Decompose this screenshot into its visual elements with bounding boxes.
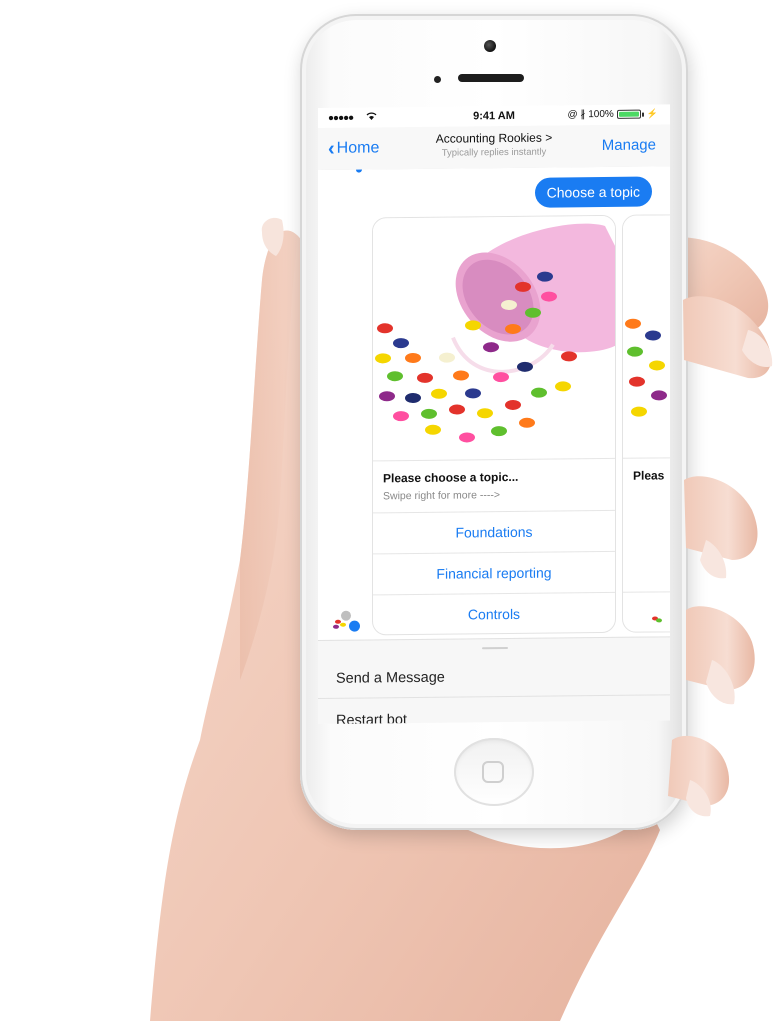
carousel-card-next[interactable]: Pleas [622,212,670,633]
topic-button-foundations[interactable]: Foundations [373,509,615,554]
restart-bot-item[interactable]: Restart bot [318,697,670,724]
home-square-icon [482,761,504,783]
battery-icon [616,109,641,119]
home-button[interactable] [454,738,534,806]
user-message-bubble: Choose a topic [534,176,652,208]
card-title: Please choose a topic... [383,469,519,486]
drag-handle[interactable] [482,647,508,650]
charging-icon: ⚡ [646,108,658,119]
phone-screen: ●●●●● 9:41 AM @ ∦ 100% ⚡ ‹ Home Accountin… [318,104,670,725]
topic-button-controls[interactable]: Controls [373,591,615,636]
camera-icon [484,40,496,52]
previous-message-edge [356,169,362,173]
battery-tip [641,112,644,117]
carousel-card: Please choose a topic... Swipe right for… [372,214,616,636]
jelly-beans-image [373,215,615,463]
sensor-icon [434,76,441,83]
navigation-bar: ‹ Home Accounting Rookies > Typically rep… [318,124,670,171]
status-right-text: @ ∦ 100% [567,108,614,121]
topic-carousel[interactable]: Please choose a topic... Swipe right for… [372,212,670,636]
jelly-beans-image-next [623,213,670,460]
card-title-next: Pleas [633,468,665,483]
bot-avatar-next [652,616,662,623]
status-right: @ ∦ 100% ⚡ [567,108,658,120]
topic-button-financial-reporting[interactable]: Financial reporting [373,550,615,595]
card-subtitle: Swipe right for more ----> [383,489,500,503]
persistent-menu: Send a Message Restart bot [318,636,670,725]
manage-button[interactable]: Manage [602,136,656,154]
speaker-grille [458,74,524,82]
chat-thread: Choose a topic Please choose a topic... … [318,166,670,641]
messenger-icon [348,619,361,633]
send-message-item[interactable]: Send a Message [318,655,670,699]
